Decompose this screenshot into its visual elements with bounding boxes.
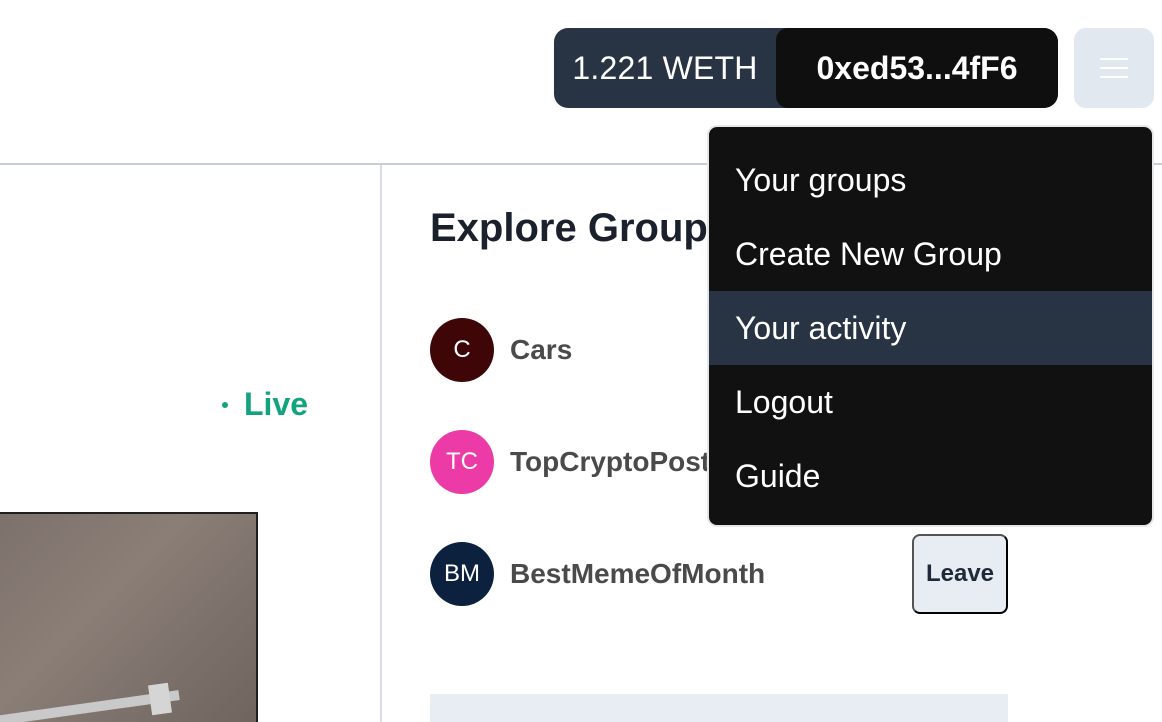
avatar: C: [430, 318, 494, 382]
avatar: TC: [430, 430, 494, 494]
menu-item-create-new-group[interactable]: Create New Group: [709, 217, 1152, 291]
group-name: Cars: [510, 334, 573, 365]
group-name: BestMemeOfMonth: [510, 558, 766, 589]
group-item-topcryptoposts[interactable]: TC TopCryptoPosts: [430, 430, 726, 494]
wallet-balance: 1.221 WETH: [572, 49, 758, 86]
post-thumbnail[interactable]: [0, 512, 258, 722]
menu-item-logout[interactable]: Logout: [709, 365, 1152, 439]
wallet-address-button[interactable]: 0xed53...4fF6: [776, 28, 1058, 108]
group-item-bestmemeofmonth[interactable]: BM BestMemeOfMonth: [430, 542, 765, 606]
live-dot-icon: [222, 401, 228, 408]
menu-button[interactable]: [1074, 28, 1154, 108]
menu-item-your-groups[interactable]: Your groups: [709, 143, 1152, 217]
hamburger-icon: [1100, 58, 1128, 78]
group-name: TopCryptoPosts: [510, 446, 726, 477]
bottom-panel: [430, 694, 1008, 722]
page: 1.221 WETH 0xed53...4fF6 Live Explore Gr…: [0, 0, 1162, 722]
avatar: BM: [430, 542, 494, 606]
live-label: Live: [244, 386, 309, 422]
leave-button[interactable]: Leave: [912, 534, 1008, 614]
group-item-cars[interactable]: C Cars: [430, 318, 572, 382]
live-indicator: Live: [222, 386, 308, 423]
menu-item-your-activity[interactable]: Your activity: [709, 291, 1152, 365]
menu-item-guide[interactable]: Guide: [709, 439, 1152, 513]
wallet-widget[interactable]: 1.221 WETH 0xed53...4fF6: [554, 28, 1058, 108]
column-divider: [380, 165, 382, 722]
explore-groups-title: Explore Groups: [430, 206, 731, 250]
menu-dropdown: Your groups Create New Group Your activi…: [707, 125, 1154, 527]
